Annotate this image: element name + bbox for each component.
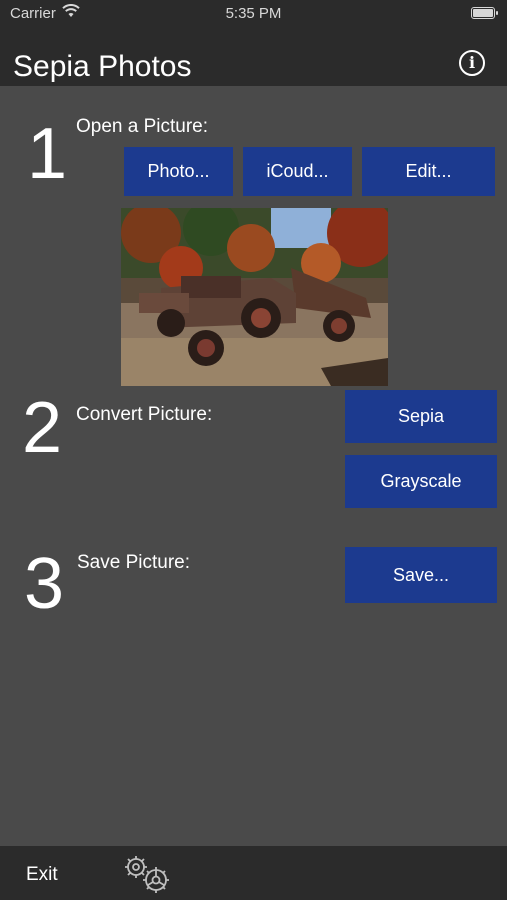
battery-icon xyxy=(471,7,498,19)
step-number-1: 1 xyxy=(27,114,68,194)
icloud-button[interactable]: iCoud... xyxy=(243,147,352,196)
preview-image xyxy=(121,208,388,386)
page-title: Sepia Photos xyxy=(13,50,192,83)
gears-icon[interactable] xyxy=(122,854,174,899)
edit-button[interactable]: Edit... xyxy=(362,147,495,196)
status-time: 5:35 PM xyxy=(225,5,282,22)
sepia-button[interactable]: Sepia xyxy=(345,390,497,443)
bottom-toolbar: Exit xyxy=(0,846,507,900)
step-label-save-picture: Save Picture: xyxy=(77,552,190,573)
step-label-convert-picture: Convert Picture: xyxy=(76,404,213,425)
photo-button[interactable]: Photo... xyxy=(124,147,233,196)
step-label-open-picture: Open a Picture: xyxy=(76,116,209,137)
exit-button[interactable]: Exit xyxy=(26,864,58,886)
grayscale-button[interactable]: Grayscale xyxy=(345,455,497,508)
step-number-2: 2 xyxy=(22,388,63,468)
status-bar: Carrier 5:35 PM xyxy=(0,0,507,28)
save-button[interactable]: Save... xyxy=(345,547,497,603)
step-number-3: 3 xyxy=(24,544,65,624)
navigation-bar: Sepia Photos i xyxy=(0,28,507,86)
info-icon[interactable]: i xyxy=(459,50,485,76)
